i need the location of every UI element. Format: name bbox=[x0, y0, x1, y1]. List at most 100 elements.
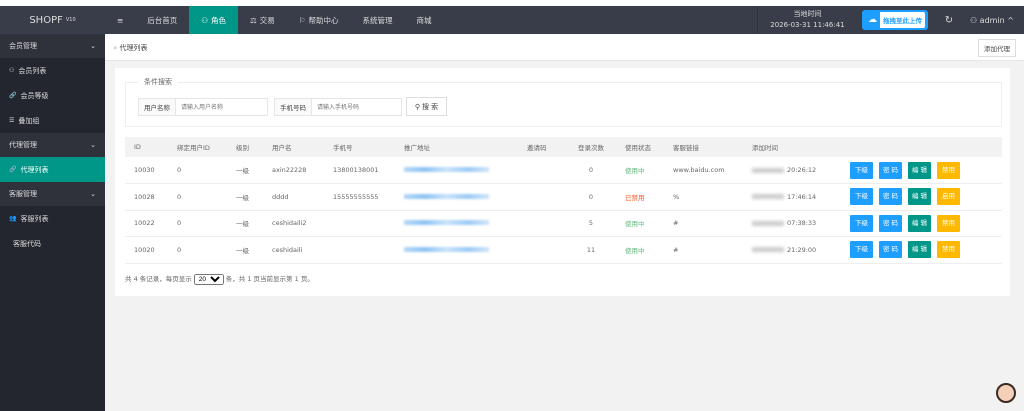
cell-service-link: # bbox=[664, 210, 743, 237]
toggle-status-button[interactable]: 启用 bbox=[937, 188, 960, 206]
page-size-select[interactable]: 20 bbox=[193, 274, 224, 285]
phone-input[interactable] bbox=[312, 99, 400, 115]
password-button[interactable]: 密 码 bbox=[879, 188, 902, 206]
agent-table: ID 绑定用户ID 级别 用户名 手机号 推广地址 邀请码 登录次数 使用状态 客服链接 添加时间 … bbox=[125, 137, 1002, 264]
subordinate-button[interactable]: 下级 bbox=[850, 214, 873, 232]
clock-label: 当地时间 bbox=[793, 10, 822, 18]
refresh-icon[interactable]: ↻ bbox=[936, 15, 962, 26]
column-header: 邀请码 bbox=[518, 137, 566, 157]
upload-button[interactable]: ☁ 拖拽至此上传 bbox=[861, 10, 928, 30]
edit-button[interactable]: 编 辑 bbox=[908, 241, 931, 259]
cell-id: 10028 bbox=[125, 183, 168, 211]
cell-level: 一级 bbox=[227, 236, 263, 264]
user-icon: ⚇ bbox=[969, 15, 978, 25]
user-menu[interactable]: ⚇ admin ^ bbox=[962, 16, 1024, 25]
section-label: 客服管理 bbox=[9, 190, 37, 198]
cell-time: 21:29:00 bbox=[743, 236, 841, 264]
edit-button[interactable]: 编 辑 bbox=[908, 161, 931, 179]
sidebar-section[interactable]: 客服管理 ⌄ bbox=[0, 182, 105, 206]
cell-time: 17:46:14 bbox=[743, 183, 841, 211]
sidebar-item-label: 客服代码 bbox=[13, 239, 41, 248]
sidebar-item[interactable]: 客服代码 bbox=[0, 231, 105, 256]
toggle-status-button[interactable]: 禁用 bbox=[937, 161, 960, 179]
logo[interactable]: SHOPF V10 bbox=[0, 6, 105, 34]
password-button[interactable]: 密 码 bbox=[879, 214, 902, 232]
cell-time: 07:38:33 bbox=[743, 210, 841, 237]
cell-promo-url bbox=[395, 236, 518, 264]
sidebar-item[interactable]: 👥 客服列表 bbox=[0, 206, 105, 231]
phone-label: 手机号码 bbox=[275, 99, 312, 115]
time-value: 07:38:33 bbox=[787, 219, 817, 228]
password-button[interactable]: 密 码 bbox=[879, 161, 902, 179]
nav-item[interactable]: 商城 bbox=[405, 6, 444, 34]
nav-label: 帮助中心 bbox=[308, 15, 339, 25]
nav-label: 角色 bbox=[211, 15, 227, 25]
cloud-icon: ☁ bbox=[867, 15, 877, 25]
toggle-status-button[interactable]: 禁用 bbox=[937, 214, 960, 232]
assistant-avatar[interactable] bbox=[996, 383, 1016, 403]
username-input[interactable] bbox=[176, 99, 266, 115]
cell-phone: 13800138001 bbox=[324, 157, 395, 184]
cell-bind-id: 0 bbox=[168, 183, 227, 211]
nav-label: 商城 bbox=[416, 15, 432, 25]
sidebar-item[interactable]: ☰ 叠加组 bbox=[0, 108, 105, 133]
cell-invite bbox=[518, 210, 566, 237]
breadcrumb: » 代理列表 bbox=[113, 44, 148, 52]
cell-username: ceshidaili bbox=[263, 236, 324, 264]
user-icon: ⚇ bbox=[201, 15, 209, 25]
sidebar-item[interactable]: ⚇ 会员列表 bbox=[0, 58, 105, 83]
cell-invite bbox=[518, 183, 566, 211]
menu-toggle[interactable]: ≡ bbox=[105, 6, 135, 34]
column-header: 手机号 bbox=[324, 137, 395, 157]
nav-item[interactable]: ⚇ 角色 bbox=[189, 6, 239, 34]
cell-promo-url bbox=[395, 183, 518, 211]
scale-icon: ⚖ bbox=[250, 15, 257, 25]
cell-logins: 0 bbox=[566, 157, 616, 184]
edit-button[interactable]: 编 辑 bbox=[908, 188, 931, 206]
cell-time: 20:26:12 bbox=[743, 157, 841, 184]
page-topbar: » 代理列表 添加代理 bbox=[105, 34, 1024, 61]
cell-invite bbox=[518, 157, 566, 184]
column-header: 使用状态 bbox=[616, 137, 664, 157]
cell-status: 使用中 bbox=[616, 236, 664, 264]
sidebar-item[interactable]: 🔗 会员等级 bbox=[0, 83, 105, 108]
clock-value: 2026-03-31 11:46:41 bbox=[770, 21, 845, 29]
column-header: 添加时间 bbox=[743, 137, 841, 157]
list-icon: ☰ bbox=[9, 117, 15, 124]
sidebar-item-label: 代理列表 bbox=[20, 165, 49, 174]
add-agent-button[interactable]: 添加代理 bbox=[978, 39, 1016, 57]
sidebar-item[interactable]: 🔗 代理列表 bbox=[0, 157, 105, 182]
column-header: 级别 bbox=[227, 137, 263, 157]
username-field: 用户名称 bbox=[138, 98, 268, 116]
sidebar-item-label: 会员等级 bbox=[20, 91, 49, 100]
pager-prefix: 共 4 条记录，每页显示 bbox=[125, 275, 192, 283]
edit-button[interactable]: 编 辑 bbox=[908, 214, 931, 232]
cell-status: 使用中 bbox=[616, 210, 664, 237]
cell-actions: 下级密 码编 辑启用 bbox=[841, 183, 1002, 211]
sidebar-section[interactable]: 会员管理 ⌄ bbox=[0, 34, 105, 58]
password-button[interactable]: 密 码 bbox=[879, 241, 902, 259]
cell-bind-id: 0 bbox=[168, 210, 227, 237]
subordinate-button[interactable]: 下级 bbox=[850, 188, 873, 206]
search-button[interactable]: ⚲ 搜 索 bbox=[406, 97, 447, 116]
nav-item[interactable]: 系统管理 bbox=[351, 6, 405, 34]
pagination: 共 4 条记录，每页显示 20 条，共 1 页当前显示第 1 页。 bbox=[125, 273, 314, 285]
section-label: 代理管理 bbox=[9, 141, 37, 149]
nav-item[interactable]: ⚖ 交易 bbox=[238, 6, 287, 34]
phone-field: 手机号码 bbox=[274, 98, 402, 116]
cell-service-link: % bbox=[664, 183, 743, 211]
cell-phone bbox=[324, 236, 395, 264]
logo-text: SHOPF bbox=[29, 14, 63, 26]
flag-icon: ⚐ bbox=[298, 15, 306, 25]
subordinate-button[interactable]: 下级 bbox=[850, 241, 873, 259]
nav-item[interactable]: ⚐ 帮助中心 bbox=[287, 6, 351, 34]
sidebar-section[interactable]: 代理管理 ⌄ bbox=[0, 133, 105, 157]
cell-level: 一级 bbox=[227, 183, 263, 211]
toggle-status-button[interactable]: 禁用 bbox=[937, 241, 960, 259]
redacted-date bbox=[752, 194, 784, 200]
nav-item[interactable]: 后台首页 bbox=[135, 6, 189, 34]
cell-level: 一级 bbox=[227, 210, 263, 237]
column-header: 推广地址 bbox=[395, 137, 518, 157]
top-header: SHOPF V10 ≡ 后台首页 ⚇ 角色 ⚖ 交易 ⚐ 帮助中心 系统管理 商城 当地时间 2026… bbox=[0, 6, 1024, 34]
subordinate-button[interactable]: 下级 bbox=[850, 161, 873, 179]
